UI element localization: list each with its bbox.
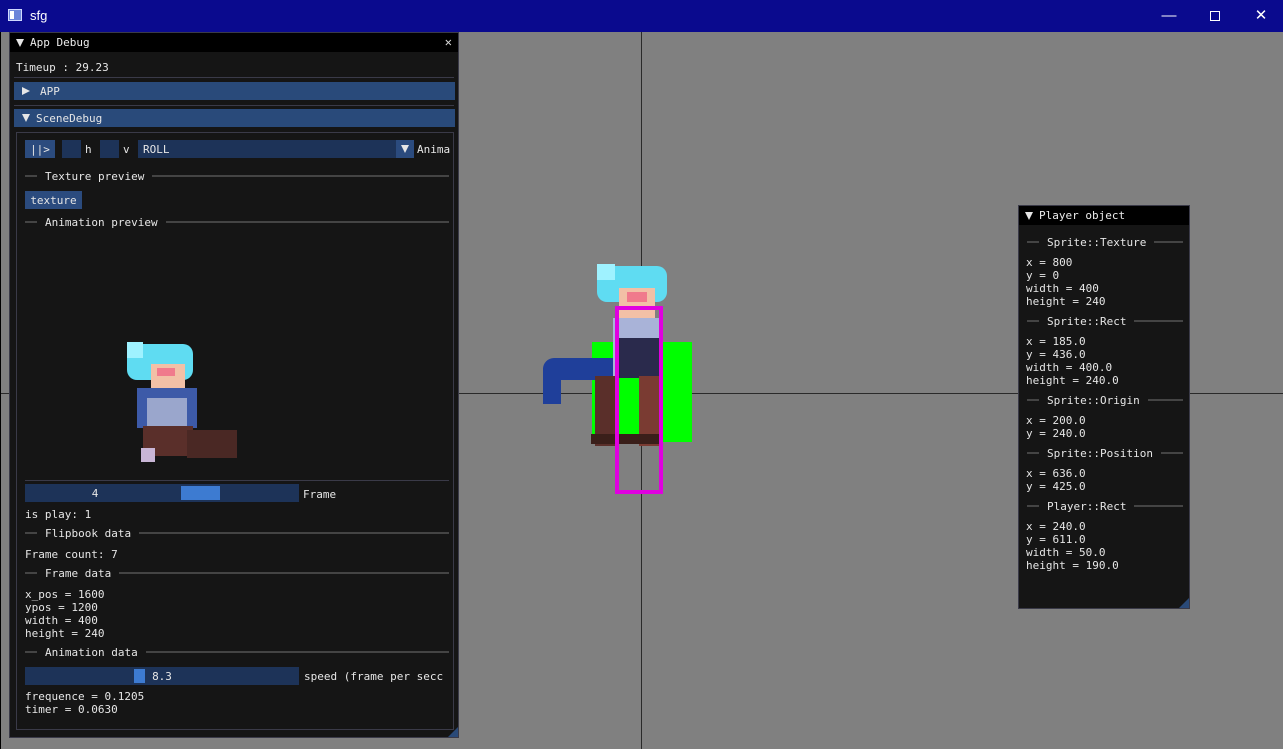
animation-preview-separator: Animation preview bbox=[25, 215, 449, 229]
sprite-origin-separator: Sprite::Origin bbox=[1027, 393, 1183, 407]
timeup-text: Timeup : 29.23 bbox=[16, 61, 109, 74]
value-line: x = 240.0 bbox=[1026, 520, 1086, 533]
player-object-window[interactable]: Player object Sprite::Texture x = 800 y … bbox=[1018, 205, 1190, 609]
maximize-button[interactable] bbox=[1192, 0, 1238, 32]
minimize-button[interactable]: — bbox=[1146, 0, 1192, 32]
anim-data-line: timer = 0.0630 bbox=[25, 703, 118, 716]
frame-count-text: Frame count: 7 bbox=[25, 548, 118, 561]
texture-preview-separator: Texture preview bbox=[25, 169, 449, 183]
window-title: sfg bbox=[30, 8, 48, 23]
value-line: y = 240.0 bbox=[1026, 427, 1086, 440]
animation-select[interactable]: ROLL bbox=[138, 140, 414, 158]
cape-tail bbox=[543, 368, 561, 404]
player-rect-separator: Player::Rect bbox=[1027, 499, 1183, 513]
value-line: x = 800 bbox=[1026, 256, 1073, 269]
player-rect bbox=[615, 306, 663, 494]
scene-debug-label: SceneDebug bbox=[36, 111, 103, 125]
v-label: v bbox=[123, 143, 130, 156]
h-label: h bbox=[85, 143, 92, 156]
app-debug-titlebar[interactable]: App Debug bbox=[10, 33, 458, 52]
maximize-icon bbox=[1210, 11, 1220, 22]
speed-slider-value: 8.3 bbox=[152, 670, 172, 683]
value-line: width = 400 bbox=[1026, 282, 1099, 295]
animation-label: Anima bbox=[417, 143, 451, 156]
app-header-label: APP bbox=[40, 84, 60, 98]
texture-preview-label: Texture preview bbox=[45, 169, 145, 183]
value-line: x = 185.0 bbox=[1026, 335, 1086, 348]
section-header: Sprite::Origin bbox=[1047, 393, 1140, 407]
frame-data-line: ypos = 1200 bbox=[25, 601, 98, 614]
section-header: Sprite::Rect bbox=[1047, 314, 1127, 328]
close-window-button[interactable]: ✕ bbox=[1238, 0, 1283, 32]
frame-data-label: Frame data bbox=[45, 566, 112, 580]
window-titlebar: sfg — ✕ bbox=[0, 0, 1283, 32]
animation-data-label: Animation data bbox=[45, 645, 138, 659]
resize-grip-icon[interactable] bbox=[448, 727, 458, 737]
h-checkbox[interactable] bbox=[62, 140, 81, 158]
section-header: Sprite::Texture bbox=[1047, 235, 1147, 249]
animation-select-value: ROLL bbox=[143, 143, 170, 156]
value-line: y = 0 bbox=[1026, 269, 1060, 282]
player-object-title: Player object bbox=[1039, 209, 1126, 222]
speed-slider-label: speed (frame per secc bbox=[304, 670, 444, 683]
player-object-titlebar[interactable]: Player object bbox=[1019, 206, 1189, 225]
scene-debug-header[interactable]: SceneDebug bbox=[14, 109, 455, 127]
face-blush bbox=[627, 292, 647, 302]
app-debug-title: App Debug bbox=[30, 36, 90, 49]
value-line: y = 425.0 bbox=[1026, 480, 1086, 493]
dropdown-arrow-icon[interactable] bbox=[396, 140, 414, 158]
value-line: height = 240.0 bbox=[1026, 374, 1119, 387]
app-header[interactable]: APP bbox=[14, 82, 455, 100]
frame-data-line: x_pos = 1600 bbox=[25, 588, 105, 601]
frame-data-separator: Frame data bbox=[25, 566, 449, 580]
app-debug-window[interactable]: App Debug ✕ Timeup : 29.23 APP SceneDebu… bbox=[9, 32, 459, 738]
section-header: Player::Rect bbox=[1047, 499, 1127, 513]
animation-preview-label: Animation preview bbox=[45, 215, 158, 229]
app-icon bbox=[8, 9, 22, 21]
hair-top bbox=[597, 264, 615, 280]
value-line: x = 636.0 bbox=[1026, 467, 1086, 480]
scene-debug-child[interactable]: ||> h v ROLL Anima Texture preview textu… bbox=[16, 132, 454, 730]
play-button[interactable]: ||> bbox=[25, 140, 55, 158]
resize-grip-icon[interactable] bbox=[1179, 598, 1189, 608]
frame-slider[interactable]: 4 bbox=[25, 484, 299, 502]
flipbook-data-separator: Flipbook data bbox=[25, 526, 449, 540]
scene-character-sprite bbox=[541, 264, 701, 494]
app-debug-close-icon[interactable]: ✕ bbox=[445, 35, 452, 49]
divider bbox=[25, 480, 449, 481]
section-header: Sprite::Position bbox=[1047, 446, 1153, 460]
collapse-arrow-icon bbox=[22, 114, 30, 122]
flipbook-data-label: Flipbook data bbox=[45, 526, 132, 540]
v-checkbox[interactable] bbox=[100, 140, 119, 158]
frame-data-line: width = 400 bbox=[25, 614, 98, 627]
value-line: height = 190.0 bbox=[1026, 559, 1119, 572]
expand-arrow-icon bbox=[22, 87, 30, 95]
sprite-position-separator: Sprite::Position bbox=[1027, 446, 1183, 460]
value-line: y = 611.0 bbox=[1026, 533, 1086, 546]
animation-preview-sprite bbox=[117, 338, 257, 478]
collapse-arrow-icon[interactable] bbox=[16, 38, 24, 47]
divider bbox=[14, 77, 454, 78]
is-play-text: is play: 1 bbox=[25, 508, 92, 521]
value-line: width = 50.0 bbox=[1026, 546, 1106, 559]
sprite-texture-separator: Sprite::Texture bbox=[1027, 235, 1183, 249]
collapse-arrow-icon[interactable] bbox=[1025, 211, 1033, 220]
frame-slider-value: 4 bbox=[91, 487, 99, 500]
animation-data-separator: Animation data bbox=[25, 645, 449, 659]
value-line: height = 240 bbox=[1026, 295, 1106, 308]
value-line: x = 200.0 bbox=[1026, 414, 1086, 427]
value-line: y = 436.0 bbox=[1026, 348, 1086, 361]
frame-slider-label: Frame bbox=[303, 488, 337, 501]
anim-data-line: frequence = 0.1205 bbox=[25, 690, 145, 703]
divider bbox=[14, 105, 454, 106]
value-line: width = 400.0 bbox=[1026, 361, 1113, 374]
speed-slider[interactable]: 8.3 bbox=[25, 667, 299, 685]
sprite-rect-separator: Sprite::Rect bbox=[1027, 314, 1183, 328]
texture-button[interactable]: texture bbox=[25, 191, 82, 209]
frame-data-line: height = 240 bbox=[25, 627, 105, 640]
